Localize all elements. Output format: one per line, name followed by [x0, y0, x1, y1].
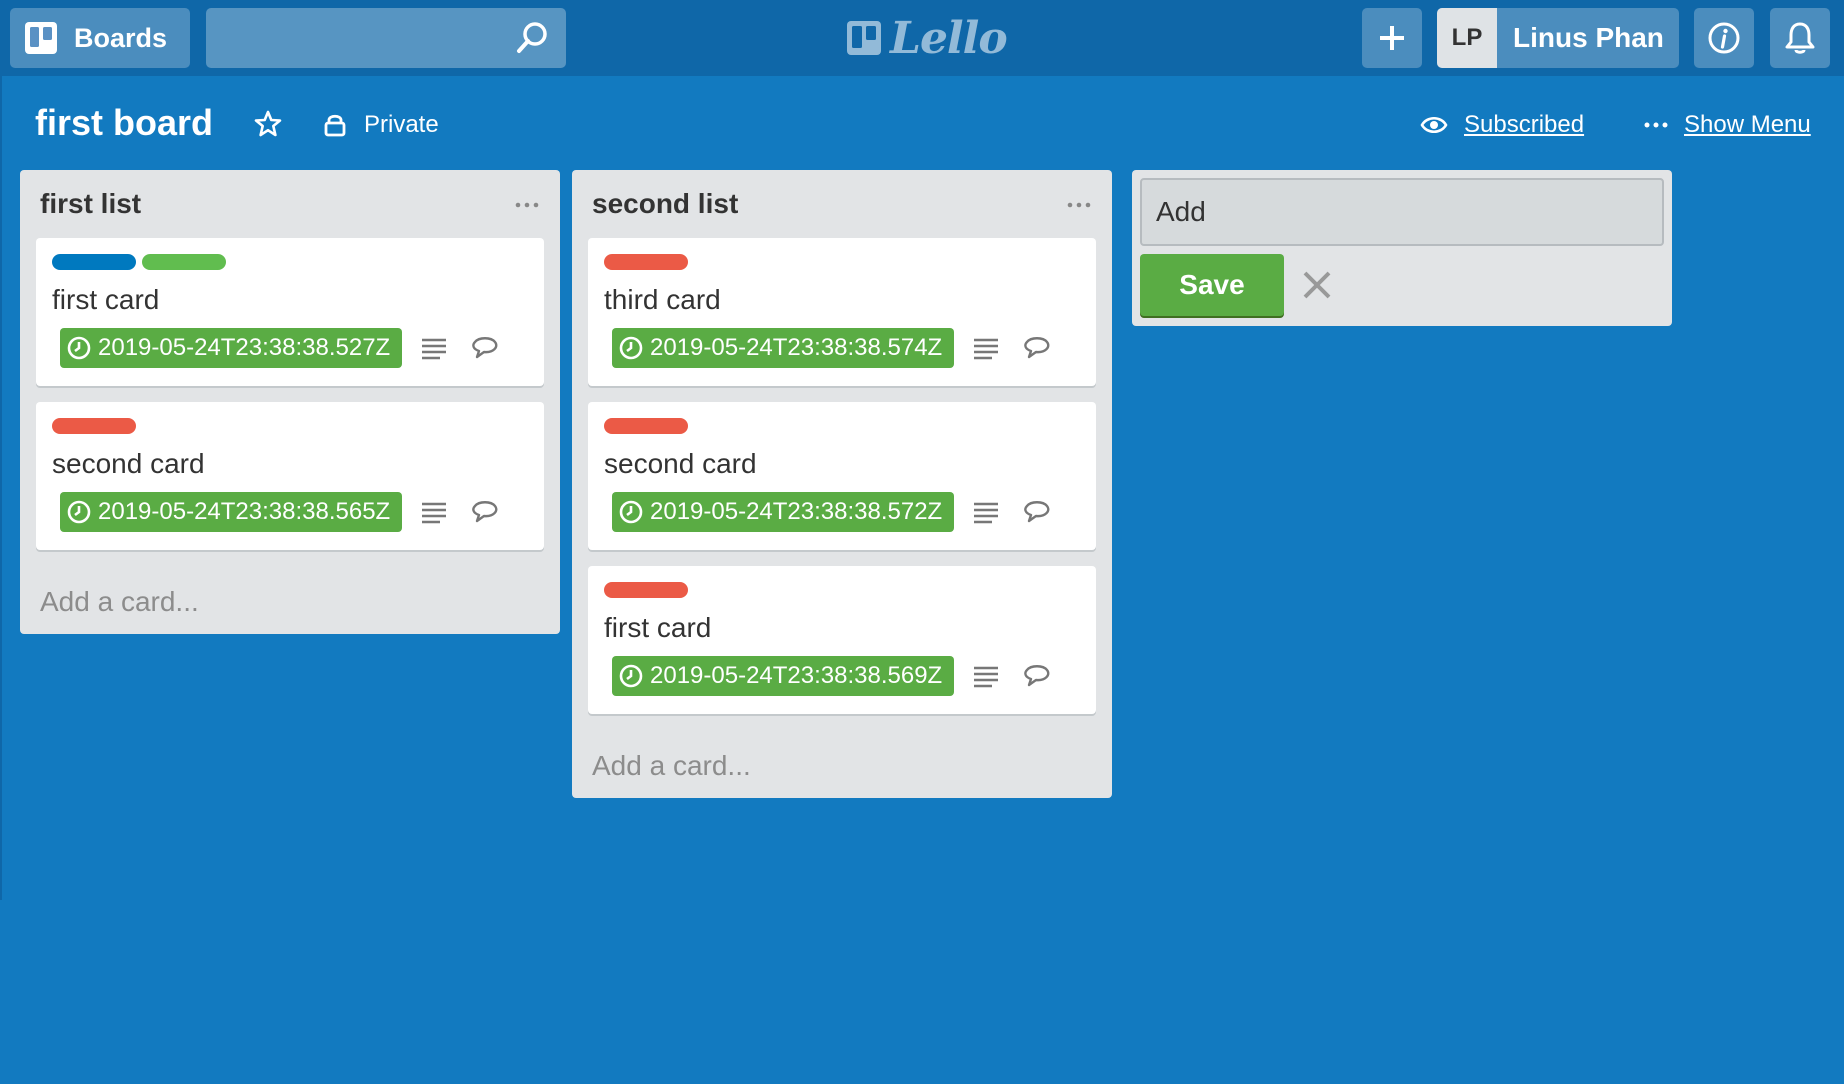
add-button[interactable] — [1362, 8, 1422, 68]
card-title: first card — [52, 284, 160, 315]
due-date: 2019-05-24T23:38:38.527Z — [98, 334, 391, 361]
eye-icon — [1420, 116, 1448, 134]
user-menu-button[interactable]: LP Linus Phan — [1437, 8, 1679, 68]
card-title: second card — [52, 448, 205, 479]
list-title[interactable]: first list — [40, 188, 141, 220]
card-labels — [52, 254, 232, 270]
add-list-input[interactable] — [1140, 178, 1664, 246]
logo-wordmark: Lello — [890, 12, 1008, 64]
card-labels — [604, 582, 694, 598]
card[interactable]: first card 2019-05-24T23:38:38.527Z — [36, 238, 544, 386]
card[interactable]: third card 2019-05-24T23:38:38.574Z — [588, 238, 1096, 386]
description-icon — [422, 502, 446, 524]
clock-icon — [619, 664, 643, 688]
privacy-label: Private — [364, 111, 439, 138]
list-menu-icon[interactable] — [1064, 190, 1094, 220]
card-labels — [52, 418, 142, 434]
due-date: 2019-05-24T23:38:38.569Z — [650, 662, 943, 689]
list: first list first card 2019-05-24T23:38:3… — [20, 170, 560, 634]
card-title: first card — [604, 612, 712, 643]
top-header: Boards Lello LP Linus Phan — [0, 0, 1844, 76]
list-header: first list — [20, 170, 560, 238]
list-title[interactable]: second list — [592, 188, 738, 220]
card-label — [604, 254, 688, 270]
comment-icon — [472, 501, 498, 523]
privacy-button[interactable]: Private — [322, 108, 439, 142]
due-date-badge: 2019-05-24T23:38:38.574Z — [612, 328, 954, 368]
description-icon — [974, 338, 998, 360]
show-menu-button[interactable]: Show Menu — [1644, 108, 1811, 142]
boards-label: Boards — [74, 22, 168, 53]
card-label — [52, 254, 136, 270]
due-date: 2019-05-24T23:38:38.565Z — [98, 498, 391, 525]
comment-icon — [1024, 665, 1050, 687]
card-labels — [604, 418, 694, 434]
card-label — [142, 254, 226, 270]
add-card-link[interactable]: Add a card... — [40, 586, 199, 618]
list-header: second list — [572, 170, 1112, 238]
card-title: second card — [604, 448, 757, 479]
app-logo: Lello — [846, 12, 1008, 64]
comment-icon — [1024, 501, 1050, 523]
clock-icon — [67, 336, 91, 360]
description-icon — [974, 666, 998, 688]
comment-icon — [472, 337, 498, 359]
due-date-badge: 2019-05-24T23:38:38.572Z — [612, 492, 954, 532]
list-menu-icon[interactable] — [512, 190, 542, 220]
logo-icon — [847, 21, 881, 55]
show-menu-label: Show Menu — [1684, 111, 1811, 138]
card-title: third card — [604, 284, 721, 315]
user-name: Linus Phan — [1513, 22, 1664, 53]
due-date-badge: 2019-05-24T23:38:38.569Z — [612, 656, 954, 696]
card[interactable]: second card 2019-05-24T23:38:38.565Z — [36, 402, 544, 550]
due-date: 2019-05-24T23:38:38.574Z — [650, 334, 943, 361]
search-icon[interactable] — [514, 20, 550, 56]
card-labels — [604, 254, 694, 270]
subscribed-button[interactable]: Subscribed — [1420, 108, 1584, 142]
card-label — [604, 582, 688, 598]
clock-icon — [67, 500, 91, 524]
card[interactable]: second card 2019-05-24T23:38:38.572Z — [588, 402, 1096, 550]
description-icon — [422, 338, 446, 360]
save-button[interactable]: Save — [1140, 254, 1284, 316]
notifications-button[interactable] — [1770, 8, 1830, 68]
bell-icon — [1785, 22, 1815, 54]
add-list-composer: Save — [1132, 170, 1672, 326]
more-icon — [1644, 122, 1668, 128]
info-icon — [1708, 22, 1740, 54]
card[interactable]: first card 2019-05-24T23:38:38.569Z — [588, 566, 1096, 714]
subscribed-label: Subscribed — [1464, 111, 1585, 138]
due-date-badge: 2019-05-24T23:38:38.565Z — [60, 492, 402, 532]
board-left-edge — [0, 76, 2, 900]
due-date: 2019-05-24T23:38:38.572Z — [650, 498, 943, 525]
due-date-badge: 2019-05-24T23:38:38.527Z — [60, 328, 402, 368]
add-card-link[interactable]: Add a card... — [592, 750, 751, 782]
card-label — [604, 418, 688, 434]
boards-button[interactable]: Boards — [10, 8, 190, 68]
comment-icon — [1024, 337, 1050, 359]
lock-icon — [324, 114, 346, 137]
boards-icon — [25, 22, 57, 54]
search-input[interactable] — [206, 8, 566, 68]
info-button[interactable] — [1694, 8, 1754, 68]
close-icon[interactable] — [1300, 268, 1334, 302]
description-icon — [974, 502, 998, 524]
board-title[interactable]: first board — [35, 102, 213, 144]
clock-icon — [619, 500, 643, 524]
clock-icon — [619, 336, 643, 360]
star-icon[interactable] — [254, 110, 282, 138]
avatar: LP — [1437, 8, 1497, 68]
plus-icon — [1380, 26, 1404, 50]
list: second list third card 2019-05-24T23:38:… — [572, 170, 1112, 798]
card-label — [52, 418, 136, 434]
